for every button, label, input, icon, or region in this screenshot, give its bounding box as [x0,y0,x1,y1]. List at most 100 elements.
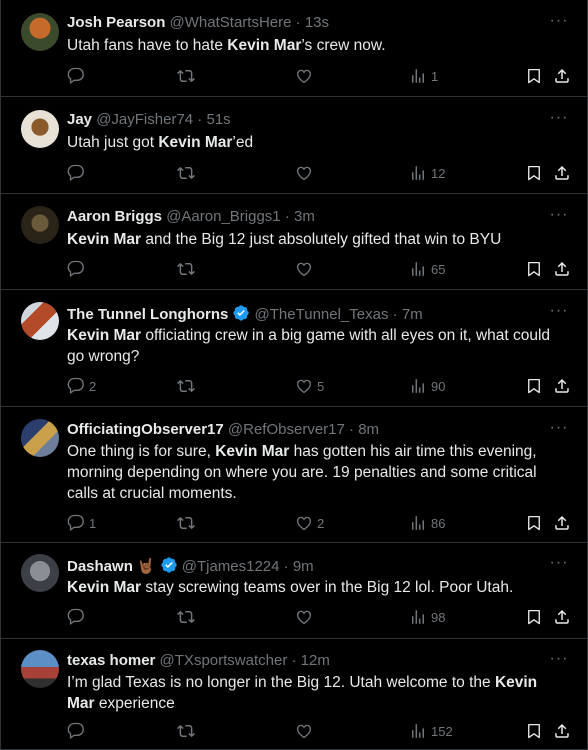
author-name[interactable]: OfficiatingObserver17 [67,421,224,438]
tweet-text: Utah fans have to hate Kevin Mar’s crew … [67,35,567,56]
retweet-button[interactable] [177,607,199,627]
bookmark-button[interactable] [525,721,543,741]
reply-button[interactable]: 2 [67,376,96,396]
like-button[interactable] [295,721,317,741]
like-button[interactable] [295,259,317,279]
share-icon [553,722,571,740]
bookmark-button[interactable] [525,163,543,183]
avatar[interactable] [21,302,59,340]
reply-button[interactable] [67,259,89,279]
more-icon[interactable]: ··· [547,207,571,228]
like-button[interactable]: 2 [295,513,324,533]
views-button[interactable]: 86 [409,513,445,533]
author-name[interactable]: The Tunnel Longhorns [67,306,228,323]
more-icon[interactable]: ··· [547,13,571,34]
bookmark-button[interactable] [525,607,543,627]
author-handle[interactable]: @TXsportswatcher [160,652,288,669]
text-segment: and the Big 12 just absolutely gifted th… [141,231,502,248]
timestamp[interactable]: 51s [206,111,230,128]
retweet-button[interactable] [177,513,199,533]
author-name[interactable]: texas homer [67,652,155,669]
author-handle[interactable]: @Tjames1224 [182,558,280,575]
author-handle[interactable]: @JayFisher74 [96,111,193,128]
author-handle[interactable]: @Aaron_Briggs1 [166,208,280,225]
retweet-button[interactable] [177,259,199,279]
timestamp[interactable]: 7m [402,306,423,323]
share-button[interactable] [553,66,571,86]
views-button[interactable]: 90 [409,376,445,396]
more-icon[interactable]: ··· [547,303,571,324]
timestamp[interactable]: 9m [293,558,314,575]
reply-button[interactable] [67,163,89,183]
avatar[interactable] [21,554,59,592]
tweet-card[interactable]: Dashawn 🤘🏾 @Tjames1224 · 9m ··· Kevin Mar s… [1,543,588,639]
tweet-card[interactable]: Josh Pearson @WhatStartsHere · 13s ··· Uta… [1,0,588,97]
tweet-card[interactable]: Aaron Briggs @Aaron_Briggs1 · 3m ··· Kevin… [1,194,588,290]
share-button[interactable] [553,163,571,183]
like-button[interactable]: 5 [295,376,324,396]
author-name[interactable]: Jay [67,111,92,128]
timestamp[interactable]: 13s [305,14,329,31]
retweet-icon [177,67,195,85]
share-icon [553,67,571,85]
avatar[interactable] [21,650,59,688]
share-button[interactable] [553,376,571,396]
like-button[interactable] [295,163,317,183]
reply-button[interactable] [67,607,89,627]
like-button[interactable] [295,607,317,627]
tweet-header: OfficiatingObserver17 @RefObserver17 · 8… [67,421,379,439]
separator-dot: · [388,306,402,323]
retweet-button[interactable] [177,66,199,86]
reply-button[interactable]: 1 [67,513,96,533]
timestamp[interactable]: 8m [358,421,379,438]
views-button[interactable]: 98 [409,607,445,627]
more-icon[interactable]: ··· [547,651,571,672]
tweet-card[interactable]: texas homer @TXsportswatcher · 12m ··· I’m… [1,639,588,750]
share-icon [553,608,571,626]
retweet-button[interactable] [177,376,199,396]
more-icon[interactable]: ··· [547,555,571,576]
share-button[interactable] [553,607,571,627]
author-name[interactable]: Dashawn [67,558,133,575]
bookmark-button[interactable] [525,376,543,396]
reply-button[interactable] [67,721,89,741]
more-icon[interactable]: ··· [547,110,571,131]
views-button[interactable]: 152 [409,721,453,741]
avatar[interactable] [21,13,59,51]
name-emoji: 🤘🏾 [136,558,156,575]
views-button[interactable]: 65 [409,259,445,279]
avatar[interactable] [21,206,59,244]
avatar[interactable] [21,419,59,457]
views-button[interactable]: 1 [409,66,438,86]
tweet-card[interactable]: The Tunnel Longhorns @TheTunnel_Texas · … [1,290,588,407]
bookmark-button[interactable] [525,513,543,533]
retweet-button[interactable] [177,163,199,183]
replies-count: 2 [89,378,97,394]
timestamp[interactable]: 3m [294,208,315,225]
views-icon [409,260,427,278]
author-handle[interactable]: @WhatStartsHere [170,14,292,31]
bookmark-button[interactable] [525,259,543,279]
share-button[interactable] [553,513,571,533]
like-button[interactable] [295,66,317,86]
share-button[interactable] [553,259,571,279]
action-bar: 2 5 90 [67,376,577,396]
highlighted-term: Kevin Mar [227,37,302,54]
more-icon[interactable]: ··· [547,420,571,441]
avatar[interactable] [21,110,59,148]
separator-dot: · [344,421,359,438]
bookmark-icon [525,164,543,182]
bookmark-button[interactable] [525,66,543,86]
author-name[interactable]: Josh Pearson [67,14,165,31]
timestamp[interactable]: 12m [301,652,330,669]
author-name[interactable]: Aaron Briggs [67,208,162,225]
author-handle[interactable]: @TheTunnel_Texas [255,306,389,323]
tweet-card[interactable]: Jay @JayFisher74 · 51s ··· Utah just got K… [1,97,588,194]
author-handle[interactable]: @RefObserver17 [228,421,345,438]
retweet-icon [177,260,195,278]
share-button[interactable] [553,721,571,741]
retweet-button[interactable] [177,721,199,741]
reply-button[interactable] [67,66,89,86]
tweet-card[interactable]: OfficiatingObserver17 @RefObserver17 · 8… [1,407,588,543]
views-button[interactable]: 12 [409,163,445,183]
